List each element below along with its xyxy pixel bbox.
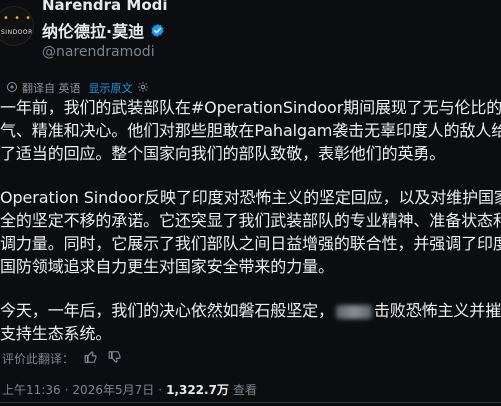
rate-label: 评价此翻译： (2, 352, 75, 366)
post-meta: 上午11:36 · 2026年5月7日 · 1,322.7万 查看 (2, 381, 257, 398)
text-segment: 今天，一年后，我们的决心依然如磐石般坚定， (0, 301, 334, 320)
translation-bar: 翻译自 英语 显示原文 (6, 80, 149, 96)
paragraph-3: 今天，一年后，我们的决心依然如磐石般坚定， 击败恐怖主义并摧毁其 支持生态系统。 (0, 299, 501, 345)
thumbs-down-icon[interactable] (108, 350, 122, 367)
text-line: 一年前，我们的武装部队在#OperationSindoor期间展现了无与伦比的勇 (0, 98, 501, 117)
text-line: 国防领域追求自力更生对国家安全带来的力量。 (0, 257, 334, 276)
author-handle[interactable]: @narendramodi (42, 44, 155, 60)
show-original-link[interactable]: 显示原文 (89, 80, 133, 96)
settings-gear-icon[interactable] (137, 81, 149, 96)
avatar-text: SINDOOR (1, 29, 33, 36)
meta-separator: · (64, 382, 69, 397)
text-line: Operation Sindoor反映了印度对恐怖主义的坚定回应，以及对维护国家… (0, 188, 501, 207)
post-header: • • • SINDOOR Narendra Modi 纳伦德拉·莫迪 @nar… (0, 0, 501, 78)
rate-translation-row: 评价此翻译： (2, 350, 122, 367)
text-line: 全的坚定不移的承诺。它还突显了我们武装部队的专业精神、准备状态和协 (0, 211, 501, 230)
text-line: 气、精准和决心。他们对那些胆敢在Pahalgam袭击无辜印度人的敌人给予 (0, 121, 501, 140)
translate-icon (6, 81, 18, 96)
divider (0, 402, 501, 403)
avatar-dots-icon: • • • (3, 13, 33, 24)
text-line: 支持生态系统。 (0, 324, 112, 343)
author-name-en[interactable]: Narendra Modi (42, 0, 168, 14)
verified-badge-icon (150, 23, 165, 38)
post-date[interactable]: 2026年5月7日 (72, 381, 154, 398)
text-line: 调力量。同时，它展示了我们部队之间日益增强的联合性，并强调了印度在 (0, 234, 501, 253)
author-name-row: 纳伦德拉·莫迪 (42, 18, 165, 42)
blurred-text (335, 304, 372, 319)
text-segment: 击败恐怖主义并摧毁其 (373, 301, 501, 320)
paragraph-2: Operation Sindoor反映了印度对恐怖主义的坚定回应，以及对维护国家… (0, 186, 501, 278)
paragraph-1: 一年前，我们的武装部队在#OperationSindoor期间展现了无与伦比的勇… (0, 96, 501, 165)
thumbs-up-icon[interactable] (84, 350, 98, 367)
post-body: 一年前，我们的武装部队在#OperationSindoor期间展现了无与伦比的勇… (0, 96, 501, 345)
author-name-cn[interactable]: 纳伦德拉·莫迪 (42, 18, 144, 42)
post-time[interactable]: 上午11:36 (2, 381, 61, 398)
views-label: 查看 (232, 383, 257, 397)
text-line: 了适当的回应。整个国家向我们的部队致敬，表彰他们的英勇。 (0, 144, 446, 163)
meta-separator: · (158, 382, 163, 397)
translated-from-label: 翻译自 英语 (22, 82, 81, 95)
view-count[interactable]: 1,322.7万 (166, 381, 229, 398)
avatar[interactable]: • • • SINDOOR (0, 6, 34, 46)
